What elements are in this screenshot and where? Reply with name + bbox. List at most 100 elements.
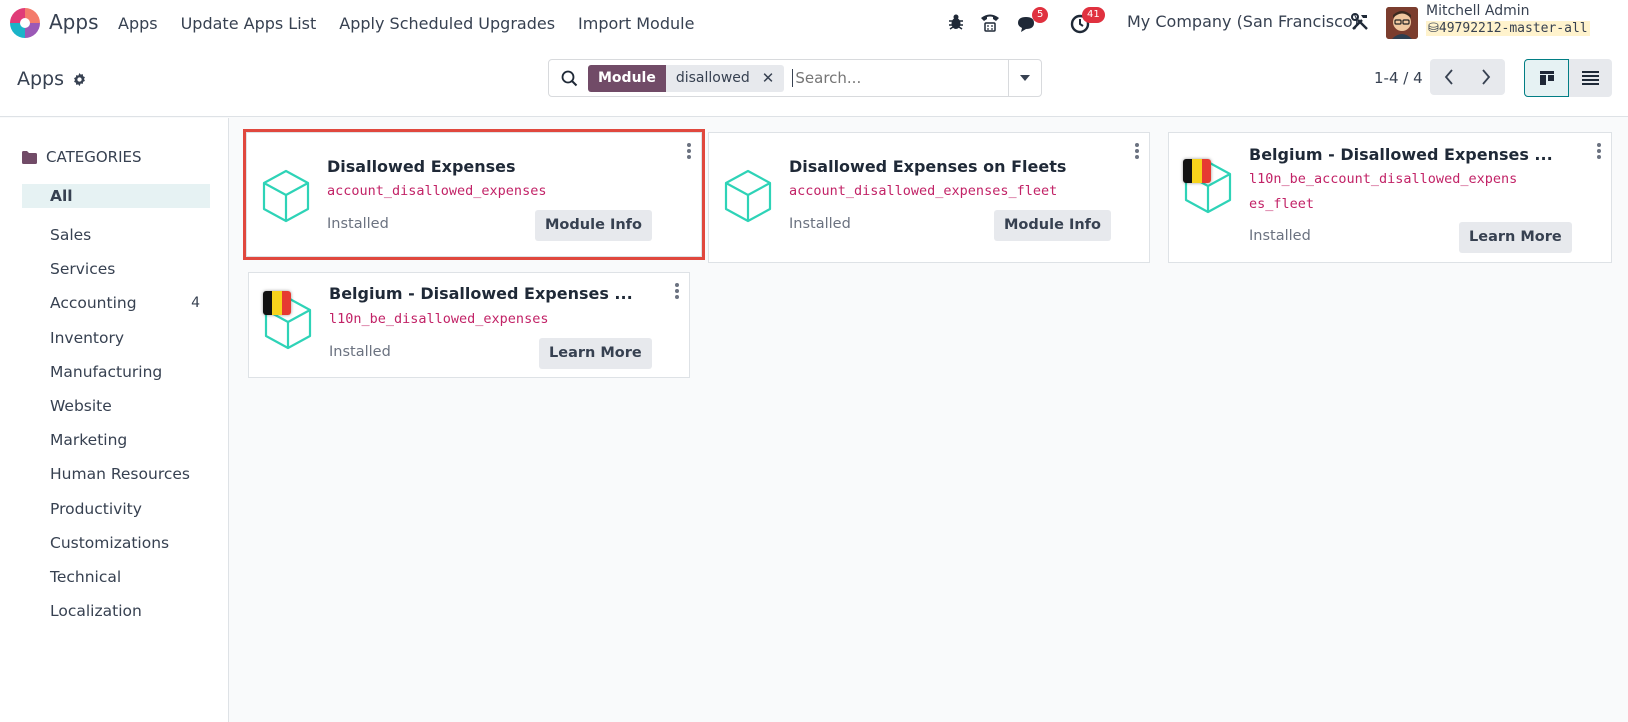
page-title: Apps — [17, 68, 65, 90]
category-label: Website — [50, 397, 112, 416]
module-cube-icon — [724, 169, 772, 223]
category-label: Sales — [50, 226, 92, 245]
module-status: Installed — [327, 216, 389, 232]
module-technical-name: l10n_be_disallowed_expenses — [329, 311, 549, 327]
menu-item-update-apps-list[interactable]: Update Apps List — [181, 14, 317, 33]
search-options-toggle[interactable] — [1008, 60, 1041, 96]
search-input[interactable] — [792, 69, 1041, 87]
kebab-menu-icon[interactable] — [675, 283, 679, 299]
module-status: Installed — [329, 344, 391, 360]
category-label: Marketing — [50, 431, 128, 450]
list-view-button[interactable] — [1569, 59, 1612, 97]
category-label: Localization — [50, 602, 142, 621]
category-label: Human Resources — [50, 465, 190, 484]
module-info-button[interactable]: Module Info — [535, 210, 652, 241]
search-facet: disallowed ✕ — [665, 64, 785, 92]
category-label: Customizations — [50, 533, 170, 552]
category-item-productivity[interactable]: Productivity — [22, 492, 210, 526]
module-title[interactable]: Disallowed Expenses — [327, 157, 516, 176]
belgium-flag-icon — [1183, 159, 1211, 183]
user-name[interactable]: Mitchell Admin — [1426, 3, 1530, 19]
module-status: Installed — [789, 216, 851, 232]
category-item-website[interactable]: Website — [22, 389, 210, 423]
technical-name-line: l10n_be_account_disallowed_expens — [1249, 171, 1518, 187]
module-technical-name: account_disallowed_expenses_fleet — [789, 183, 1058, 199]
search-facet-category: Module — [588, 64, 666, 92]
company-switcher[interactable]: My Company (San Francisco) — [1127, 12, 1359, 31]
tools-icon[interactable] — [1350, 12, 1370, 32]
control-panel: Apps Module disallowed ✕ 1-4 / 4 — [0, 46, 1628, 117]
module-title[interactable]: Disallowed Expenses on Fleets — [789, 157, 1066, 176]
category-label: Technical — [50, 567, 122, 586]
category-item-technical[interactable]: Technical — [22, 560, 210, 594]
breadcrumb: Apps — [17, 68, 87, 90]
learn-more-button[interactable]: Learn More — [539, 338, 652, 369]
module-title[interactable]: Belgium - Disallowed Expenses ... — [1249, 145, 1553, 164]
module-card-disallowed-expenses-fleet[interactable]: Disallowed Expenses on Fleets account_di… — [708, 132, 1150, 263]
technical-name-line: es_fleet — [1249, 196, 1315, 212]
category-item-accounting[interactable]: Accounting 4 — [22, 286, 210, 320]
activities-badge: 41 — [1082, 7, 1105, 23]
category-item-marketing[interactable]: Marketing — [22, 423, 210, 457]
kebab-menu-icon[interactable] — [1135, 143, 1139, 159]
remove-facet-icon[interactable]: ✕ — [762, 65, 775, 92]
module-technical-name: l10n_be_account_disallowed_expens es_fle… — [1249, 167, 1517, 217]
database-label: 49792212-master-all — [1438, 21, 1588, 36]
search-icon[interactable] — [561, 70, 578, 87]
kebab-menu-icon[interactable] — [687, 143, 691, 159]
category-item-all[interactable]: All — [22, 184, 210, 208]
folder-icon — [22, 150, 37, 164]
activities-button[interactable]: 41 — [1070, 7, 1105, 36]
pager-next-button[interactable] — [1468, 59, 1506, 95]
category-label: Inventory — [50, 328, 125, 347]
category-label: Productivity — [50, 499, 142, 518]
category-item-human-resources[interactable]: Human Resources — [22, 457, 210, 491]
phone-icon[interactable] — [979, 12, 1001, 32]
top-navbar: Apps Apps Update Apps List Apply Schedul… — [0, 0, 1628, 46]
menu-item-apply-scheduled-upgrades[interactable]: Apply Scheduled Upgrades — [339, 14, 555, 33]
category-count: 4 — [191, 295, 200, 312]
kanban-view-button[interactable] — [1524, 59, 1569, 97]
menu-item-apps[interactable]: Apps — [118, 14, 158, 33]
module-card-belgium-disallowed-expenses-fleet[interactable]: Belgium - Disallowed Expenses ... l10n_b… — [1168, 132, 1612, 263]
category-item-inventory[interactable]: Inventory — [22, 321, 210, 355]
module-status: Installed — [1249, 228, 1311, 244]
chevron-right-icon — [1482, 69, 1491, 85]
menu-item-import-module[interactable]: Import Module — [578, 14, 694, 33]
category-item-manufacturing[interactable]: Manufacturing — [22, 355, 210, 389]
module-title[interactable]: Belgium - Disallowed Expenses ... — [329, 284, 633, 303]
module-info-button[interactable]: Module Info — [994, 210, 1111, 241]
categories-header: CATEGORIES — [22, 148, 142, 166]
messages-button[interactable]: 5 — [1016, 7, 1049, 36]
list-view-icon — [1582, 71, 1599, 85]
search-bar: Module disallowed ✕ — [548, 59, 1042, 97]
bug-icon[interactable] — [947, 13, 965, 31]
categories-title: CATEGORIES — [46, 148, 142, 166]
pager-value[interactable]: 1-4 / 4 — [1374, 69, 1423, 87]
user-avatar-image — [1386, 7, 1418, 39]
category-item-services[interactable]: Services — [22, 252, 210, 286]
learn-more-button[interactable]: Learn More — [1459, 222, 1572, 253]
category-label: Accounting — [50, 294, 137, 313]
app-name[interactable]: Apps — [49, 10, 99, 34]
database-icon: ⛁ — [1428, 21, 1439, 36]
kebab-menu-icon[interactable] — [1597, 143, 1601, 159]
pager-buttons — [1430, 59, 1505, 95]
module-technical-name: account_disallowed_expenses — [327, 183, 547, 199]
module-card-disallowed-expenses[interactable]: Disallowed Expenses account_disallowed_e… — [243, 129, 705, 260]
category-item-customizations[interactable]: Customizations — [22, 526, 210, 560]
search-facet-value: disallowed — [675, 69, 750, 86]
caret-down-icon — [1020, 75, 1030, 81]
main-menu: Apps Update Apps List Apply Scheduled Up… — [118, 0, 717, 46]
avatar[interactable] — [1386, 7, 1418, 39]
gear-icon[interactable] — [72, 72, 87, 87]
category-label: Manufacturing — [50, 362, 163, 381]
category-item-localization[interactable]: Localization — [22, 594, 210, 628]
pager-previous-button[interactable] — [1430, 59, 1468, 95]
module-card-belgium-disallowed-expenses[interactable]: Belgium - Disallowed Expenses ... l10n_b… — [248, 272, 690, 378]
database-name: ⛁49792212-master-all — [1426, 21, 1590, 36]
category-item-sales[interactable]: Sales — [22, 218, 210, 252]
messages-badge: 5 — [1032, 7, 1049, 23]
odoo-logo-icon[interactable] — [9, 7, 41, 39]
kanban-view-icon — [1539, 71, 1554, 85]
